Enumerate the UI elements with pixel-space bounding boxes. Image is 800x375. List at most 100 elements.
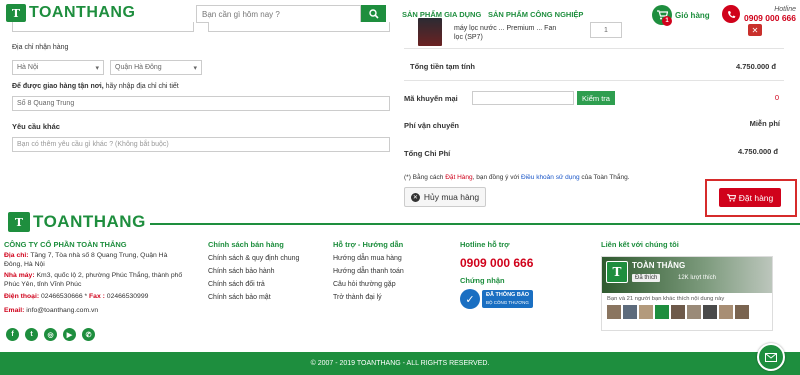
cert-title: Chứng nhận <box>460 276 505 285</box>
copyright-bar: © 2007 - 2019 TOANTHANG - ALL RIGHTS RES… <box>0 352 800 375</box>
subtotal-label: Tổng tiền tạm tính <box>410 62 475 71</box>
support-title: Hỗ trợ - Hướng dẫn <box>333 240 404 249</box>
connect-column: Liên kết với chúng tôi <box>601 240 679 249</box>
hotline-column: Hotline hỗ trợ 0909 000 666 Chứng nhận ✓… <box>460 240 533 309</box>
shipping-label: Phí vận chuyển <box>404 121 460 130</box>
shipping-value: Miễn phí <box>749 119 780 128</box>
mail-icon <box>765 352 777 362</box>
quantity-stepper[interactable]: 1 <box>590 22 622 38</box>
logo-text: TOANTHANG <box>33 212 146 231</box>
avatar <box>607 305 621 319</box>
contact-mail-button[interactable] <box>757 343 785 371</box>
close-icon: ✕ <box>410 192 420 202</box>
phone-field[interactable] <box>208 22 390 32</box>
fb-page-name: TOÀN THẮNG <box>632 261 686 270</box>
delivery-label-rest: hãy nhập địa chỉ chi tiết <box>103 83 179 90</box>
connect-title: Liên kết với chúng tôi <box>601 240 679 249</box>
fax-label: Fax : <box>89 292 105 300</box>
logo-mark: T <box>6 4 26 22</box>
email-label: Email: <box>4 307 25 314</box>
youtube-icon[interactable]: ▶ <box>63 328 76 341</box>
whatsapp-icon[interactable]: ✆ <box>82 328 95 341</box>
address-value: Tầng 7, Tòa nhà số 8 Quang Trung, Quận H… <box>4 251 168 269</box>
email-value[interactable]: info@toanthang.com.vn <box>24 307 98 314</box>
phone-icon <box>722 5 740 23</box>
request-field[interactable]: Bạn có thêm yêu cầu gì khác ? (Không bắt… <box>12 137 390 152</box>
support-link[interactable]: Câu hỏi thường gặp <box>333 281 404 288</box>
support-link[interactable]: Trở thành đại lý <box>333 294 404 301</box>
district-value: Quận Hà Đông <box>115 64 162 71</box>
city-value: Hà Nội <box>17 64 39 71</box>
chevron-down-icon: ▾ <box>193 64 197 72</box>
policy-link[interactable]: Chính sách đổi trả <box>208 281 299 288</box>
fb-friend-avatars <box>602 305 772 319</box>
nav-industrial-products[interactable]: SẢN PHẨM CÔNG NGHIỆP <box>488 10 583 19</box>
support-column: Hỗ trợ - Hướng dẫn Hướng dẫn mua hàng Hư… <box>333 240 404 301</box>
street-address-field[interactable]: Số 8 Quang Trung <box>12 96 390 111</box>
hotline-support-title: Hotline hỗ trợ <box>460 240 510 249</box>
total-value: 4.750.000 đ <box>737 147 778 156</box>
total-label: Tổng Chi Phí <box>404 149 451 158</box>
terms-link[interactable]: Điều khoản sử dụng <box>521 174 580 181</box>
phone-label: Điện thoại: <box>4 292 40 300</box>
chevron-down-icon: ▾ <box>95 64 99 72</box>
address-label: Địa chỉ nhận hàng <box>12 44 69 51</box>
terms-prefix: (*) Bằng cách <box>404 174 446 181</box>
search-button[interactable] <box>361 5 386 23</box>
avatar <box>623 305 637 319</box>
search-input[interactable] <box>196 5 361 23</box>
logo-text: TOANTHANG <box>29 4 136 21</box>
support-link[interactable]: Hướng dẫn mua hàng <box>333 255 404 262</box>
subtotal-value: 4.750.000 đ <box>735 62 776 71</box>
request-label: Yêu cầu khác <box>12 122 60 131</box>
site-logo[interactable]: T TOANTHANG <box>6 4 135 22</box>
place-order-button[interactable]: Đặt hàng <box>719 188 781 207</box>
instagram-icon[interactable]: ◎ <box>44 328 57 341</box>
promo-value: 0 <box>774 93 779 102</box>
search-bar <box>196 5 386 23</box>
footer-hotline-number[interactable]: 0909 000 666 <box>460 256 533 270</box>
cart-link[interactable]: 1 Giỏ hàng <box>652 5 710 26</box>
check-promo-button[interactable]: Kiểm tra <box>577 91 615 105</box>
district-select[interactable]: Quận Hà Đông ▾ <box>110 60 202 75</box>
terms-text: (*) Bằng cách Đặt Hàng, bạn đồng ý với Đ… <box>404 174 630 181</box>
factory-label: Nhà máy: <box>4 271 35 279</box>
terms-mid: , bạn đồng ý với <box>472 174 522 181</box>
cart-icon: 1 <box>652 5 672 26</box>
policy-link[interactable]: Chính sách & quy định chung <box>208 255 299 262</box>
footer-divider <box>150 223 800 225</box>
street-value: Số 8 Quang Trung <box>17 100 75 107</box>
check-icon: ✓ <box>460 289 480 309</box>
terms-order-word: Đặt Hàng <box>445 174 473 181</box>
twitter-icon[interactable]: t <box>25 328 38 341</box>
promo-code-input[interactable] <box>472 91 574 105</box>
phone-value: 02466530666 * <box>39 292 90 300</box>
request-placeholder: Bạn có thêm yêu cầu gì khác ? (Không bắt… <box>17 141 169 148</box>
cancel-order-button[interactable]: ✕ Hủy mua hàng <box>404 187 486 207</box>
remove-item-button[interactable]: ✕ <box>748 24 762 36</box>
company-info: CÔNG TY CỔ PHẦN TOÀN THẮNG Địa chỉ: Tầng… <box>4 240 184 316</box>
fb-likes-count: 12K lượt thích <box>678 275 716 281</box>
fullname-field[interactable] <box>12 22 194 32</box>
fax-value: 02466530999 <box>104 292 149 300</box>
hotline-number[interactable]: 0909 000 666 <box>744 13 796 23</box>
divider <box>404 48 784 49</box>
delivery-label: Để được giao hàng tận nơi, hãy nhập địa … <box>12 83 179 90</box>
divider <box>404 80 784 81</box>
avatar <box>703 305 717 319</box>
policy-link[interactable]: Chính sách bảo mật <box>208 294 299 301</box>
avatar <box>639 305 653 319</box>
policy-link[interactable]: Chính sách bảo hành <box>208 268 299 275</box>
facebook-icon[interactable]: f <box>6 328 19 341</box>
fb-like-button[interactable]: Đã thích <box>632 274 661 282</box>
logo-mark: T <box>8 212 30 232</box>
product-name-line1: máy lọc nước ... Premium ... Fan <box>454 25 557 32</box>
footer-logo[interactable]: T TOANTHANG <box>8 212 146 232</box>
product-name[interactable]: máy lọc nước ... Premium ... Fan lọc (SP… <box>454 24 556 42</box>
support-link[interactable]: Hướng dẫn thanh toán <box>333 268 404 275</box>
ministry-cert-badge[interactable]: ✓ ĐÃ THÔNG BÁO BỘ CÔNG THƯƠNG <box>460 289 534 309</box>
social-links: f t ◎ ▶ ✆ <box>6 328 95 341</box>
facebook-page-widget[interactable]: T TOÀN THẮNG Đã thích 12K lượt thích Bạn… <box>601 256 773 331</box>
city-select[interactable]: Hà Nội ▾ <box>12 60 104 75</box>
promo-label: Mã khuyến mại <box>404 94 458 103</box>
